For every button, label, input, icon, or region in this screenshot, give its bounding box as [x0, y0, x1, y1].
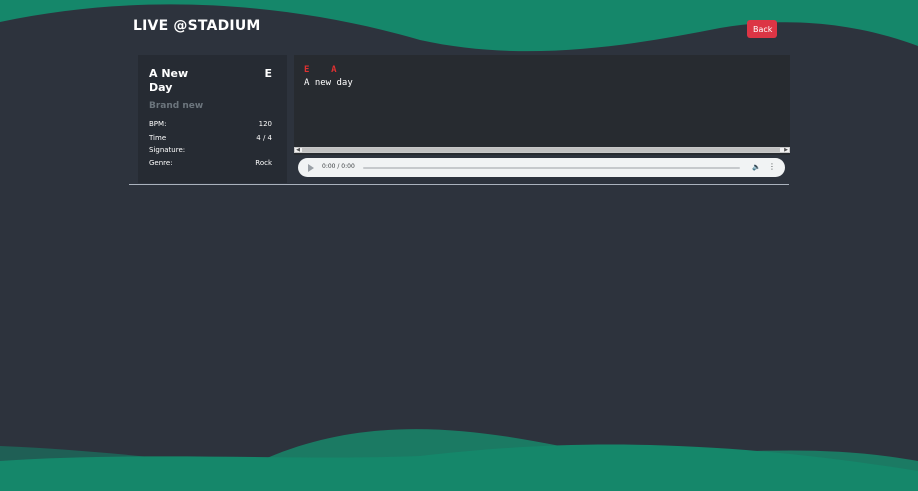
song-key: E: [264, 67, 272, 80]
horizontal-scrollbar[interactable]: ◀ ▶: [294, 147, 790, 153]
scroll-left-icon[interactable]: ◀: [295, 147, 301, 153]
song-info-card: A New Day E Brand new BPM: 120 Time Sign…: [138, 55, 287, 183]
song-title: A New Day: [149, 67, 189, 94]
page-title: LIVE @STADIUM: [133, 18, 261, 34]
play-icon[interactable]: [308, 164, 314, 172]
lyric-line: A new day: [304, 78, 353, 88]
more-vertical-icon[interactable]: ⋮: [768, 162, 776, 171]
section-divider: [129, 184, 789, 185]
scroll-right-icon[interactable]: ▶: [783, 147, 789, 153]
meta-label: Time Signature:: [149, 134, 186, 154]
meta-value: 4 / 4: [256, 134, 272, 142]
audio-seek-bar[interactable]: [363, 167, 740, 169]
meta-label: BPM:: [149, 120, 167, 128]
meta-value: Rock: [255, 159, 272, 167]
bottom-wave-decoration: [0, 429, 918, 491]
song-subtitle: Brand new: [149, 101, 204, 111]
back-button[interactable]: Back: [747, 20, 777, 38]
volume-icon[interactable]: 🔈: [752, 163, 761, 171]
audio-time: 0:00 / 0:00: [322, 163, 355, 170]
chord-line: E A: [304, 65, 337, 75]
chord-sheet-panel[interactable]: E A A new day ◀ ▶: [294, 55, 790, 155]
meta-label: Genre:: [149, 159, 173, 167]
meta-value: 120: [258, 120, 272, 128]
audio-player[interactable]: 0:00 / 0:00 🔈 ⋮: [298, 158, 785, 177]
scrollbar-thumb[interactable]: [302, 148, 780, 152]
